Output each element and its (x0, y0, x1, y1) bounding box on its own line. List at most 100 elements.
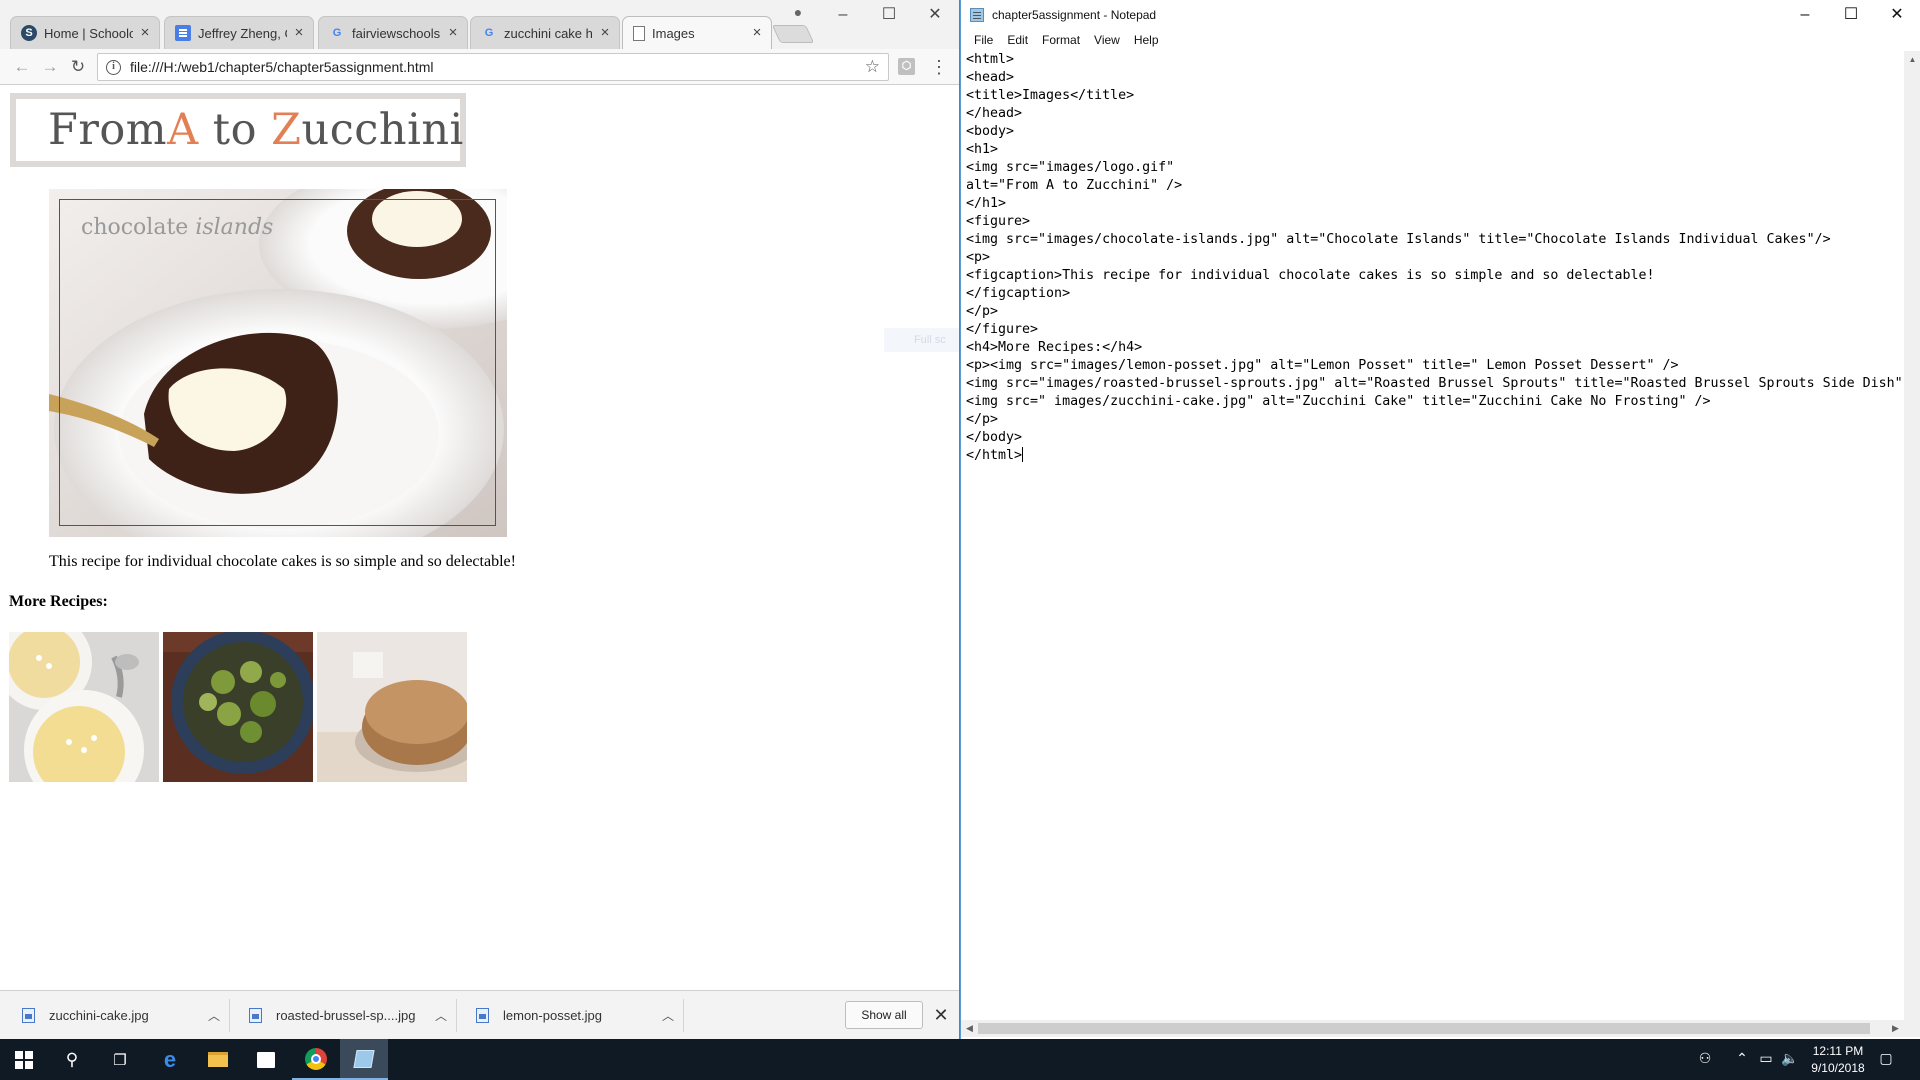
tab-fairview[interactable]: G fairviewschools.p × (318, 16, 468, 49)
close-tab-icon[interactable]: × (749, 25, 765, 41)
notepad-taskbar-button[interactable] (340, 1039, 388, 1080)
code-line: <figcaption>This recipe for individual c… (966, 268, 1655, 283)
search-button[interactable]: ⚲ (48, 1039, 96, 1080)
notepad-window: chapter5assignment - Notepad – ☐ ✕ File … (960, 0, 1920, 1039)
code-line: <head> (966, 70, 1015, 85)
chrome-menu-icon[interactable]: ⋮ (930, 56, 948, 78)
close-tab-icon[interactable]: × (137, 25, 153, 41)
show-all-button[interactable]: Show all (845, 1001, 923, 1029)
download-item[interactable]: lemon-posset.jpg ︿ (462, 999, 684, 1032)
resize-grip[interactable] (1904, 1020, 1920, 1037)
tab-title: Jeffrey Zheng, Ca (198, 25, 287, 41)
zucchini-cake-image (317, 632, 467, 782)
code-line: <img src="images/chocolate-islands.jpg" … (966, 232, 1831, 247)
chevron-up-icon[interactable]: ︿ (653, 1007, 683, 1024)
scroll-up-icon[interactable]: ▲ (1904, 51, 1920, 68)
menu-format[interactable]: Format (1035, 33, 1087, 47)
tab-zucchini-search[interactable]: G zucchini cake htm × (470, 16, 620, 49)
code-line: <img src="images/logo.gif" (966, 160, 1175, 175)
profile-icon[interactable]: ● (788, 2, 808, 22)
search-icon: ⚲ (65, 1049, 79, 1069)
page-viewport: From A to Zucchini chocolate islands Thi… (0, 86, 959, 990)
task-view-button[interactable]: ❐ (96, 1039, 144, 1080)
horizontal-scrollbar[interactable]: ◀ ▶ (961, 1020, 1904, 1037)
edge-icon: e (163, 1046, 177, 1072)
close-tab-icon[interactable]: × (445, 25, 461, 41)
image-file-icon (249, 1008, 262, 1023)
code-line: <p> (966, 250, 991, 265)
store-button[interactable] (242, 1039, 290, 1080)
minimize-button[interactable]: – (1782, 0, 1828, 30)
close-tab-icon[interactable]: × (597, 25, 613, 41)
code-line: <html> (966, 52, 1015, 67)
tab-title: fairviewschools.p (352, 25, 441, 41)
scroll-right-icon[interactable]: ▶ (1887, 1020, 1904, 1037)
chrome-taskbar-button[interactable] (292, 1039, 340, 1080)
download-filename: zucchini-cake.jpg (49, 1008, 149, 1023)
image-file-icon (22, 1008, 35, 1023)
forward-icon[interactable]: → (39, 56, 61, 78)
more-recipes-heading: More Recipes: (9, 593, 108, 610)
image-frame (59, 199, 496, 526)
chevron-up-icon[interactable]: ︿ (426, 1007, 456, 1024)
close-tab-icon[interactable]: × (291, 25, 307, 41)
people-icon[interactable]: ⚇ (1695, 1050, 1715, 1067)
download-filename: roasted-brussel-sp....jpg (276, 1008, 416, 1023)
code-line: <img src="images/roasted-brussel-sprouts… (966, 376, 1903, 391)
address-bar[interactable]: i file:///H:/web1/chapter5/chapter5assig… (97, 53, 889, 81)
chrome-toolbar: ← → ↻ i file:///H:/web1/chapter5/chapter… (0, 49, 959, 85)
text-caret (1022, 447, 1024, 462)
network-icon[interactable]: ▭ (1756, 1050, 1776, 1067)
volume-icon[interactable]: 🔈 (1780, 1050, 1800, 1067)
full-screen-hint: Full sc (884, 328, 959, 352)
menu-view[interactable]: View (1087, 33, 1127, 47)
code-line: </p> (966, 412, 999, 427)
taskbar: ⚲ ❐ e ⚇ ⌃ ▭ 🔈 12:11 PM 9/10/2018 ▢ (0, 1039, 1920, 1080)
tab-schoology[interactable]: S Home | Schoology × (10, 16, 160, 49)
label-plain: chocolate (81, 215, 196, 240)
vertical-scrollbar[interactable]: ▲ (1904, 51, 1920, 1020)
edge-button[interactable]: e (146, 1039, 194, 1080)
logo-text: to (198, 105, 272, 155)
menu-edit[interactable]: Edit (1000, 33, 1035, 47)
notepad-text-area[interactable]: <html> <head> <title>Images</title> </head>… (966, 51, 1904, 1021)
back-icon[interactable]: ← (11, 56, 33, 78)
maximize-button[interactable]: ☐ (1828, 0, 1874, 30)
tab-google-doc[interactable]: Jeffrey Zheng, Ca × (164, 16, 314, 49)
download-item[interactable]: zucchini-cake.jpg ︿ (8, 999, 230, 1032)
chevron-up-icon[interactable]: ⌃ (1732, 1050, 1752, 1067)
scroll-left-icon[interactable]: ◀ (961, 1020, 978, 1037)
new-tab-button[interactable] (771, 25, 815, 43)
label-italic: islands (195, 215, 274, 240)
file-explorer-button[interactable] (194, 1039, 242, 1080)
code-line: </body> (966, 430, 1023, 445)
extension-icon[interactable]: ⬡ (898, 58, 915, 75)
close-shelf-icon[interactable]: ✕ (932, 1005, 950, 1025)
scroll-thumb[interactable] (978, 1023, 1870, 1034)
close-window-button[interactable]: ✕ (912, 0, 958, 30)
bookmark-star-icon[interactable]: ☆ (865, 57, 880, 77)
chrome-tab-strip: S Home | Schoology × Jeffrey Zheng, Ca ×… (0, 0, 959, 49)
tab-images[interactable]: Images × (622, 16, 772, 49)
chevron-up-icon[interactable]: ︿ (199, 1007, 229, 1024)
chrome-icon (305, 1047, 327, 1070)
clock[interactable]: 12:11 PM 9/10/2018 (1798, 1043, 1878, 1077)
menu-help[interactable]: Help (1127, 33, 1166, 47)
close-window-button[interactable]: ✕ (1874, 0, 1920, 30)
action-center-icon[interactable]: ▢ (1876, 1050, 1896, 1067)
start-button[interactable] (0, 1039, 48, 1080)
google-icon: G (484, 27, 494, 39)
roasted-brussel-sprouts-image (163, 632, 313, 782)
minimize-button[interactable]: – (820, 0, 866, 30)
reload-icon[interactable]: ↻ (67, 56, 89, 78)
download-item[interactable]: roasted-brussel-sp....jpg ︿ (235, 999, 457, 1032)
chrome-window: S Home | Schoology × Jeffrey Zheng, Ca ×… (0, 0, 960, 1039)
google-icon: G (332, 27, 342, 39)
info-icon[interactable]: i (106, 59, 121, 75)
notepad-icon (353, 1049, 375, 1068)
maximize-button[interactable]: ☐ (866, 0, 912, 30)
menu-file[interactable]: File (967, 33, 1000, 47)
code-line: </p> (966, 304, 999, 319)
lemon-posset-image (9, 632, 159, 782)
notepad-icon (970, 8, 984, 22)
